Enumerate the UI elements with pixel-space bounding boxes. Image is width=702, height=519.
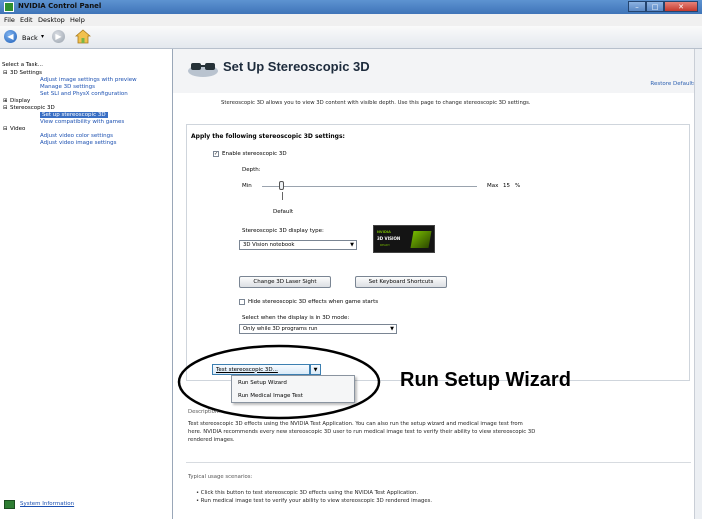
window-controls: – □ ✕: [628, 1, 698, 12]
close-button[interactable]: ✕: [664, 1, 698, 12]
depth-unit: %: [515, 183, 521, 189]
callout-label: Run Setup Wizard: [400, 369, 571, 391]
nvidia-app-icon: [4, 2, 14, 12]
page-header: Set Up Stereoscopic 3D Restore Defaults …: [173, 49, 702, 106]
mode-value: Only while 3D programs run: [243, 326, 318, 332]
menu-help[interactable]: Help: [70, 16, 85, 24]
description-line: here. NVIDIA recommends every new stereo…: [188, 429, 536, 435]
hide-effects-label: Hide stereoscopic 3D effects when game s…: [248, 299, 379, 305]
badge-ready: READY: [380, 243, 391, 247]
mode-label: Select when the display is in 3D mode:: [242, 315, 350, 321]
maximize-button[interactable]: □: [646, 1, 664, 12]
keyboard-shortcuts-button[interactable]: Set Keyboard Shortcuts: [355, 276, 447, 288]
window-title: NVIDIA Control Panel: [18, 2, 102, 10]
hide-effects-checkbox[interactable]: [239, 299, 245, 305]
home-icon[interactable]: [75, 29, 91, 44]
title-bar: NVIDIA Control Panel – □ ✕: [0, 0, 702, 14]
back-dropdown-icon[interactable]: ▾: [41, 33, 44, 40]
display-type-label: Stereoscopic 3D display type:: [242, 228, 324, 234]
back-label[interactable]: Back: [22, 34, 38, 42]
depth-slider-track[interactable]: [262, 186, 477, 187]
divider: [186, 462, 691, 463]
sidebar-item-stereoscopic[interactable]: Stereoscopic 3D: [10, 105, 55, 111]
depth-max-label: Max: [487, 183, 499, 189]
menu-edit[interactable]: Edit: [20, 16, 33, 24]
tree-toggle-icon[interactable]: ⊞: [3, 98, 8, 104]
usage-line: • Click this button to test stereoscopic…: [196, 490, 419, 496]
depth-label: Depth:: [242, 167, 261, 173]
usage-line: • Run medical image test to verify your …: [196, 498, 433, 504]
depth-value: 15: [503, 183, 510, 189]
menu-desktop[interactable]: Desktop: [38, 16, 65, 24]
sidebar-item-setup-stereo[interactable]: Set up stereoscopic 3D: [40, 112, 108, 118]
chevron-down-icon: ▼: [390, 326, 394, 332]
page-description: Stereoscopic 3D allows you to view 3D co…: [221, 100, 531, 106]
tree-toggle-icon[interactable]: ⊟: [3, 126, 8, 132]
sidebar-item-video-color[interactable]: Adjust video color settings: [40, 133, 113, 139]
badge-3dvision: 3D VISION: [377, 236, 401, 241]
sidebar-item-manage-3d[interactable]: Manage 3D settings: [40, 84, 95, 90]
description-label: Description:: [188, 409, 220, 415]
change-laser-sight-button[interactable]: Change 3D Laser Sight: [239, 276, 331, 288]
usage-label: Typical usage scenarios:: [188, 474, 253, 480]
sidebar-item-display[interactable]: Display: [10, 98, 30, 104]
forward-arrow-icon[interactable]: ▶: [52, 30, 65, 43]
menu-file[interactable]: File: [4, 16, 15, 24]
enable-stereo-label: Enable stereoscopic 3D: [222, 151, 287, 157]
sidebar-item-adjust-image-preview[interactable]: Adjust image settings with preview: [40, 77, 137, 83]
display-type-value: 3D Vision notebook: [243, 242, 295, 248]
menu-bar: File Edit Desktop Help: [0, 14, 702, 26]
toolbar: ◀ Back ▾ ▶: [0, 26, 702, 49]
display-type-select[interactable]: 3D Vision notebook ▼: [239, 240, 357, 250]
page-title: Set Up Stereoscopic 3D: [223, 59, 370, 74]
depth-default-tick: [282, 192, 283, 200]
depth-default-label: Default: [273, 209, 294, 215]
minimize-button[interactable]: –: [628, 1, 646, 12]
badge-glasses-icon: [410, 231, 432, 248]
back-arrow-icon[interactable]: ◀: [4, 30, 17, 43]
3d-vision-ready-badge: NVIDIA 3D VISION READY: [373, 225, 435, 253]
task-sidebar: Select a Task... ⊟ 3D Settings Adjust im…: [0, 49, 173, 519]
sidebar-item-video[interactable]: Video: [10, 126, 25, 132]
sidebar-item-video-image[interactable]: Adjust video image settings: [40, 140, 117, 146]
description-line: Test stereoscopic 3D effects using the N…: [188, 421, 523, 427]
sidebar-header: Select a Task...: [2, 62, 43, 68]
description-line: rendered images.: [188, 437, 235, 443]
tree-toggle-icon[interactable]: ⊟: [3, 70, 8, 76]
mode-select[interactable]: Only while 3D programs run ▼: [239, 324, 397, 334]
sidebar-item-compatibility[interactable]: View compatibility with games: [40, 119, 124, 125]
sidebar-item-3d-settings[interactable]: 3D Settings: [10, 70, 42, 76]
badge-nvidia: NVIDIA: [377, 230, 391, 234]
depth-min-label: Min: [242, 183, 252, 189]
vertical-scrollbar[interactable]: [694, 49, 702, 519]
stereo-glasses-icon: [188, 63, 218, 77]
system-info-label: System Information: [20, 501, 75, 507]
depth-slider-thumb[interactable]: [279, 181, 284, 190]
enable-stereo-checkbox[interactable]: ✓: [213, 151, 219, 157]
system-info-link[interactable]: System Information: [4, 499, 104, 511]
sidebar-item-sli-physx[interactable]: Set SLI and PhysX configuration: [40, 91, 128, 97]
system-info-icon: [4, 500, 15, 509]
chevron-down-icon: ▼: [350, 242, 354, 248]
tree-toggle-icon[interactable]: ⊟: [3, 105, 8, 111]
restore-defaults-link[interactable]: Restore Defaults: [650, 81, 696, 87]
apply-heading: Apply the following stereoscopic 3D sett…: [191, 133, 345, 140]
